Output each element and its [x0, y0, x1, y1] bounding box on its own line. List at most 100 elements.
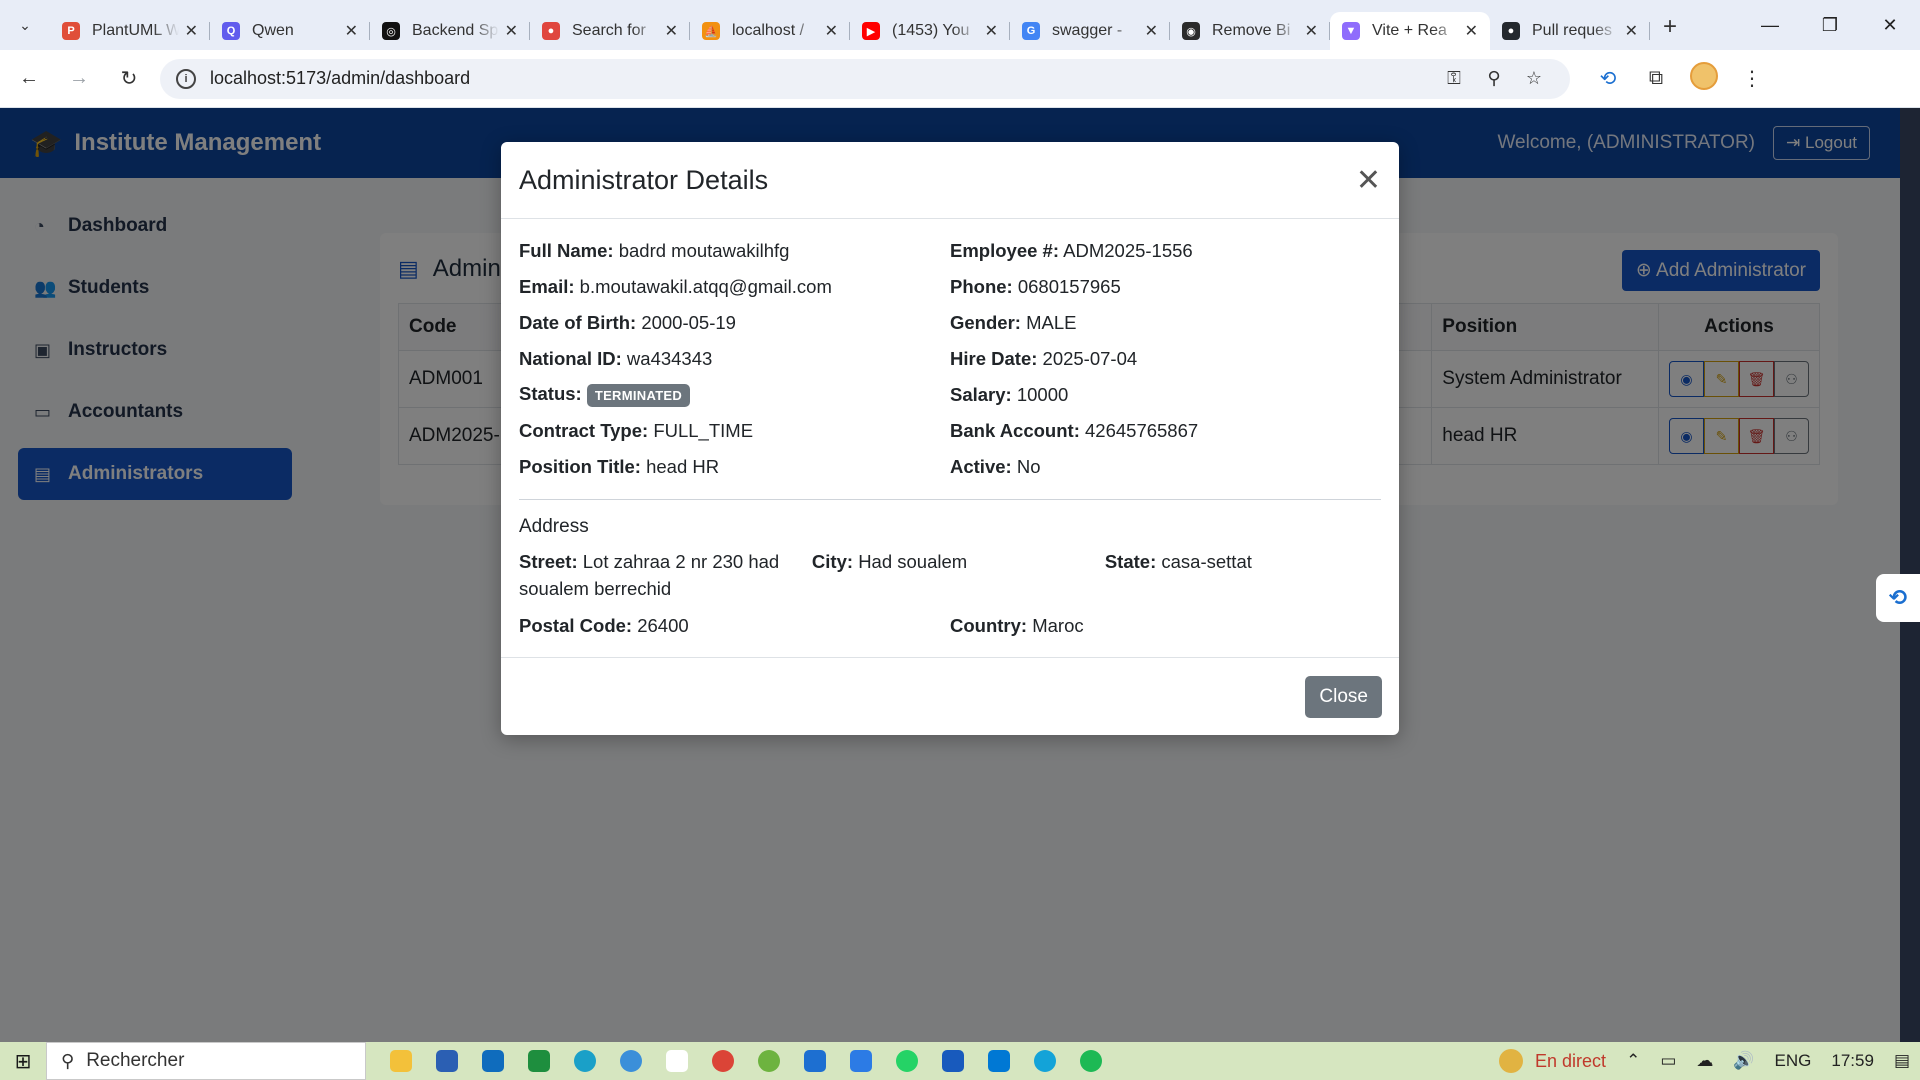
word-icon[interactable]	[930, 1042, 976, 1080]
profile-avatar[interactable]	[1680, 61, 1728, 96]
browser-tab[interactable]: Q Qwen ✕	[210, 12, 370, 50]
tab-title: swagger -	[1052, 22, 1123, 39]
back-icon[interactable]: ←	[8, 58, 50, 100]
browser-toolbar: ← → ↻ i localhost:5173/admin/dashboard ⚿…	[0, 50, 1920, 108]
whatsapp-icon[interactable]	[884, 1042, 930, 1080]
browser-tab[interactable]: ▶ (1453) You ✕	[850, 12, 1010, 50]
tab-close-icon[interactable]: ✕	[345, 21, 358, 41]
weather-text: En direct	[1535, 1050, 1607, 1071]
tab-close-icon[interactable]: ✕	[825, 21, 838, 41]
status-badge: TERMINATED	[586, 383, 691, 407]
browser-tab[interactable]: ● Pull reques ✕	[1490, 12, 1650, 50]
extensions-puzzle-icon[interactable]: ⧉	[1632, 67, 1680, 90]
sheets-icon[interactable]	[516, 1042, 562, 1080]
font-app-icon[interactable]	[654, 1042, 700, 1080]
field-national-id: National ID: wa434343	[519, 348, 713, 369]
address-bar[interactable]: i localhost:5173/admin/dashboard ⚿ ⚲ ☆	[160, 58, 1570, 99]
field-salary: Salary: 10000	[950, 384, 1069, 405]
tab-close-icon[interactable]: ✕	[1465, 21, 1478, 41]
forward-icon[interactable]: →	[58, 58, 100, 100]
minimize-icon[interactable]: —	[1740, 0, 1800, 50]
spring-icon[interactable]	[746, 1042, 792, 1080]
tab-favicon-icon: ◎	[382, 22, 400, 40]
tab-close-icon[interactable]: ✕	[1305, 21, 1318, 41]
close-window-icon[interactable]: ✕	[1860, 0, 1920, 50]
field-state: State: casa-settat	[1104, 551, 1252, 572]
browser-menu-icon[interactable]: ⋮	[1728, 66, 1776, 91]
network-icon[interactable]: ☁	[1696, 1051, 1713, 1071]
volume-icon[interactable]: 🔊	[1733, 1051, 1754, 1071]
bookmark-star-icon[interactable]: ☆	[1514, 68, 1554, 89]
weather-icon	[1499, 1049, 1524, 1073]
browser-tab[interactable]: Gswagger - ✕	[1010, 12, 1170, 50]
reload-icon[interactable]: ↻	[108, 58, 150, 100]
tab-close-icon[interactable]: ✕	[505, 21, 518, 41]
browser-tab-bar: ⌄ P PlantUML W ✕ Q Qwen ✕ ◎ Backend Sp ✕ ● Search …	[0, 0, 1920, 50]
battery-icon[interactable]: ▭	[1660, 1051, 1676, 1071]
url-text[interactable]: localhost:5173/admin/dashboard	[210, 68, 1434, 89]
tab-favicon-icon: ▼	[1342, 22, 1360, 40]
browser-tab[interactable]: ● Search for ✕	[530, 12, 690, 50]
password-key-icon[interactable]: ⚿	[1434, 68, 1474, 89]
tab-favicon-icon: ⛵	[702, 22, 720, 40]
administrator-details-modal: Administrator Details ✕ Full Name: badrd…	[501, 142, 1399, 735]
close-icon[interactable]: ✕	[1356, 163, 1381, 198]
chat-app-icon[interactable]	[1022, 1042, 1068, 1080]
divider	[519, 499, 1381, 500]
tab-favicon-icon: ●	[542, 22, 560, 40]
spotify-icon[interactable]	[1068, 1042, 1114, 1080]
store-icon[interactable]	[424, 1042, 470, 1080]
browser-tab[interactable]: ◉ Remove Bi ✕	[1170, 12, 1330, 50]
field-status: Status: TERMINATED	[519, 383, 950, 407]
taskbar-search[interactable]: ⚲ Rechercher	[46, 1042, 366, 1080]
tab-title: (1453) You	[892, 22, 970, 39]
tab-favicon-icon: Q	[222, 22, 240, 40]
tab-title: Search for	[572, 22, 646, 39]
tab-favicon-icon: ▶	[862, 22, 880, 40]
field-employee-number: Employee #: ADM2025-1556	[950, 240, 1193, 261]
pen-app-icon[interactable]	[608, 1042, 654, 1080]
tab-favicon-icon: P	[62, 22, 80, 40]
weather-widget[interactable]: En direct	[1499, 1049, 1606, 1073]
tab-close-icon[interactable]: ✕	[1625, 21, 1638, 41]
tab-search-chevron-icon[interactable]: ⌄	[0, 0, 50, 50]
modal-header: Administrator Details ✕	[501, 142, 1399, 219]
browser-tab[interactable]: ▼ Vite + Rea ✕	[1330, 12, 1490, 50]
notifications-icon[interactable]: ▤	[1894, 1051, 1910, 1071]
extension-sync-icon[interactable]: ⟲	[1584, 66, 1632, 91]
vscode-icon[interactable]	[976, 1042, 1022, 1080]
tab-close-icon[interactable]: ✕	[985, 21, 998, 41]
field-street: Street: Lot zahraa 2 nr 230 had soualem …	[519, 551, 780, 599]
search-icon: ⚲	[61, 1050, 75, 1071]
field-bank-account: Bank Account: 42645765867	[950, 420, 1199, 441]
tab-close-icon[interactable]: ✕	[665, 21, 678, 41]
site-info-icon[interactable]: i	[176, 68, 196, 89]
file-explorer-icon[interactable]	[378, 1042, 424, 1080]
outlook-icon[interactable]	[470, 1042, 516, 1080]
floating-extension-icon[interactable]: ⟲	[1876, 574, 1920, 622]
field-date-of-birth: Date of Birth: 2000-05-19	[519, 312, 736, 333]
tab-close-icon[interactable]: ✕	[1145, 21, 1158, 41]
chrome-icon[interactable]	[700, 1042, 746, 1080]
zoom-icon[interactable]: ⚲	[1474, 68, 1514, 89]
new-tab-button[interactable]: +	[1650, 13, 1690, 41]
edge-icon[interactable]	[562, 1042, 608, 1080]
tab-title: Qwen	[252, 22, 294, 39]
tab-title: PlantUML W	[92, 22, 179, 39]
browser-tab[interactable]: P PlantUML W ✕	[50, 12, 210, 50]
field-hire-date: Hire Date: 2025-07-04	[950, 348, 1138, 369]
windows-start-icon[interactable]: ⊞	[0, 1049, 46, 1074]
browser-tab[interactable]: ◎ Backend Sp ✕	[370, 12, 530, 50]
close-button[interactable]: Close	[1305, 676, 1382, 718]
clock[interactable]: 17:59	[1831, 1051, 1874, 1071]
browser-tab[interactable]: ⛵ localhost / ✕	[690, 12, 850, 50]
chevron-up-icon[interactable]: ⌃	[1626, 1051, 1640, 1071]
address-heading: Address	[519, 516, 589, 537]
restore-icon[interactable]: ❐	[1800, 0, 1860, 50]
mail-app-icon[interactable]	[838, 1042, 884, 1080]
tab-favicon-icon: ●	[1502, 22, 1520, 40]
language-indicator[interactable]: ENG	[1775, 1051, 1812, 1071]
windows-taskbar: ⊞ ⚲ Rechercher En direct ⌃ ▭ ☁ 🔊 ENG 17:…	[0, 1042, 1920, 1080]
tool-app-icon[interactable]	[792, 1042, 838, 1080]
tab-close-icon[interactable]: ✕	[185, 21, 198, 41]
